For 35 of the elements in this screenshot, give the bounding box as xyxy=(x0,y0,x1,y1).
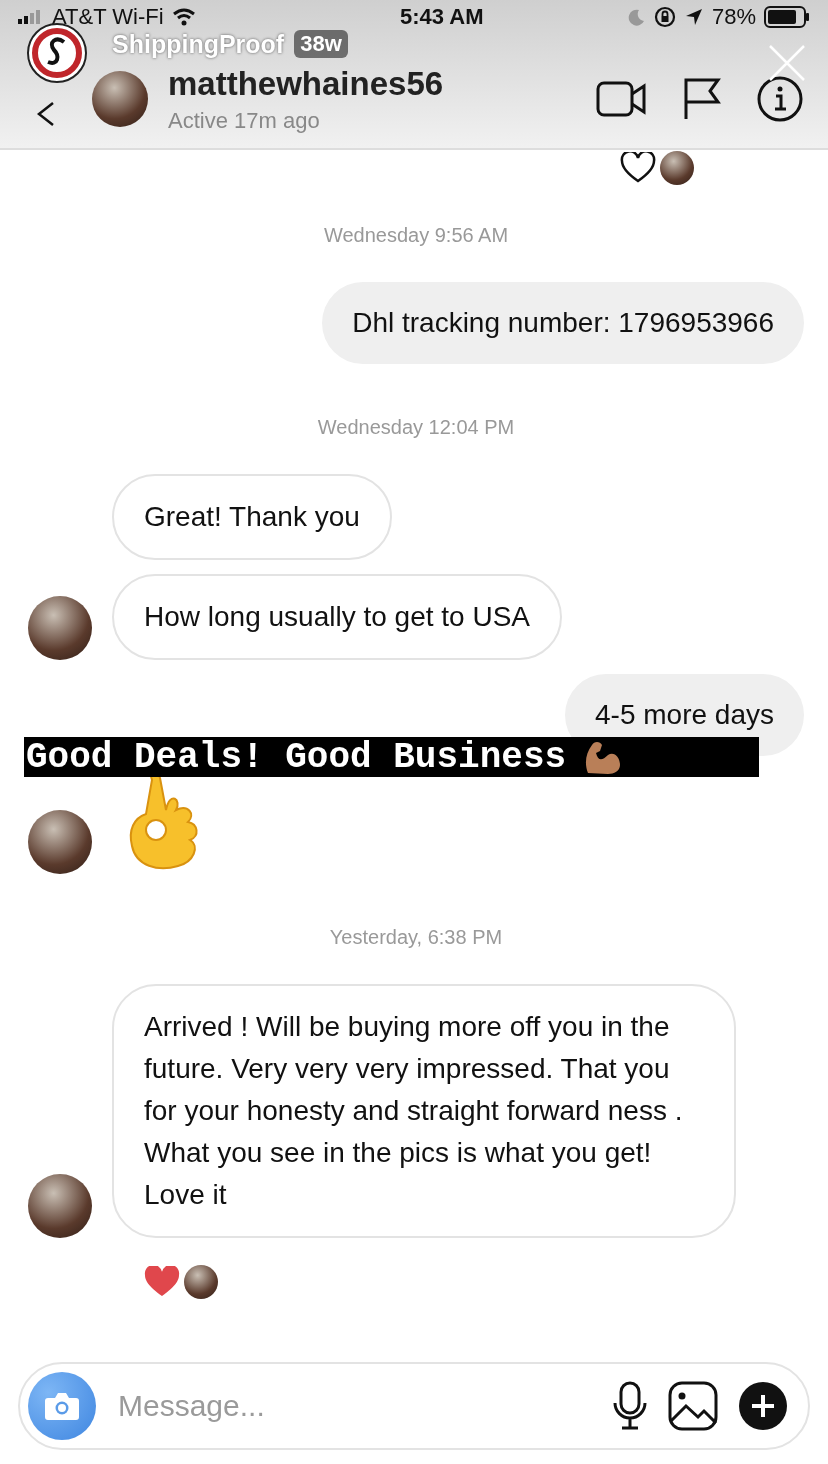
carrier-name: AT&T Wi-Fi xyxy=(52,4,164,30)
battery-icon xyxy=(764,6,810,28)
camera-button[interactable] xyxy=(28,1372,96,1440)
close-icon[interactable] xyxy=(768,44,806,82)
timestamp: Yesterday, 6:38 PM xyxy=(329,925,503,950)
message-bubble[interactable]: Dhl tracking number: 1796953966 xyxy=(322,282,804,364)
info-icon[interactable] xyxy=(756,75,804,123)
moon-icon xyxy=(627,8,646,26)
camera-icon xyxy=(44,1391,80,1421)
sticker-text: Good Deals! Good Business xyxy=(26,736,567,778)
video-camera-icon[interactable] xyxy=(596,79,648,119)
wifi-icon xyxy=(171,8,196,26)
timestamp: Wednesday 12:04 PM xyxy=(317,415,515,440)
status-time: 5:43 AM xyxy=(400,4,484,30)
message-bubble[interactable]: Arrived ! Will be buying more off you in the future. Very very very impressed. That you for your honesty and straight forward ness . What you see in the pics is what you get! Love it xyxy=(112,984,736,1238)
message-input-field[interactable]: Message... xyxy=(116,1388,592,1424)
avatar[interactable] xyxy=(92,71,148,127)
avatar xyxy=(660,151,694,185)
active-status: Active 17m ago xyxy=(168,108,321,134)
image-icon[interactable] xyxy=(668,1381,718,1431)
rotation-lock-icon xyxy=(653,6,676,28)
battery-percent: 78% xyxy=(711,4,756,30)
account-logo-icon[interactable] xyxy=(26,22,88,84)
message-bubble[interactable]: How long usually to get to USA xyxy=(112,574,562,660)
avatar xyxy=(184,1265,218,1299)
plus-icon[interactable] xyxy=(738,1381,788,1431)
story-age: 38w xyxy=(294,30,348,58)
flag-icon[interactable] xyxy=(682,77,722,121)
heart-outline-icon[interactable] xyxy=(620,152,656,184)
heart-icon[interactable] xyxy=(144,1266,180,1298)
back-chevron-icon[interactable] xyxy=(36,101,56,127)
message-bubble[interactable]: Great! Thank you xyxy=(112,474,392,560)
timestamp: Wednesday 9:56 AM xyxy=(323,223,509,248)
microphone-icon[interactable] xyxy=(612,1381,648,1431)
username[interactable]: matthewhaines56 xyxy=(168,64,596,104)
